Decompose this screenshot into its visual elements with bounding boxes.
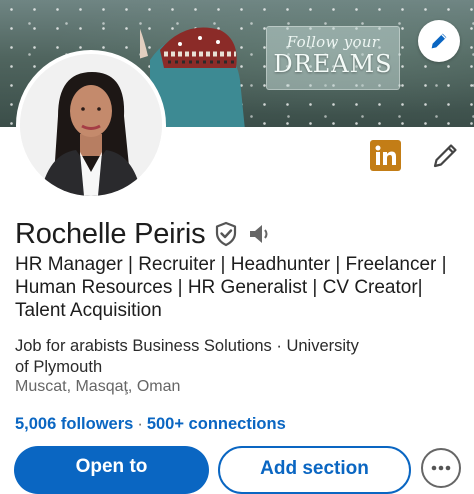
ellipsis-icon: [431, 465, 451, 471]
add-section-button[interactable]: Add section: [218, 446, 411, 494]
headline-line: Talent Acquisition: [15, 300, 162, 321]
verified-shield-icon[interactable]: [213, 221, 239, 247]
profile-location: Muscat, Masqaţ, Oman: [15, 378, 181, 395]
headline-line: Human Resources | HR Generalist | CV Cre…: [15, 277, 423, 298]
position-line: of Plymouth: [15, 358, 103, 376]
profile-position-education[interactable]: Job for arabists Business Solutions · Un…: [15, 336, 465, 378]
network-stats: 5,006 followers · 500+ connections: [15, 413, 286, 435]
name-row: Rochelle Peiris: [15, 216, 273, 252]
open-to-button[interactable]: Open to: [14, 446, 209, 494]
profile-headline: HR Manager | Recruiter | Headhunter | Fr…: [15, 253, 465, 322]
speaker-icon[interactable]: [247, 221, 273, 247]
avatar-photo: [20, 54, 162, 196]
followers-link[interactable]: 5,006 followers: [15, 415, 133, 433]
stats-separator: ·: [137, 415, 143, 433]
pencil-icon: [431, 33, 447, 49]
edit-profile-pencil-icon[interactable]: [430, 141, 460, 171]
profile-name: Rochelle Peiris: [15, 217, 206, 250]
more-button[interactable]: [421, 448, 461, 488]
banner-slogan: Follow your DREAMS: [266, 26, 400, 90]
edit-banner-button[interactable]: [418, 20, 460, 62]
banner-slogan-line1: Follow your: [286, 33, 380, 51]
banner-slogan-line2: DREAMS: [273, 50, 393, 78]
avatar[interactable]: [16, 50, 166, 200]
connections-link[interactable]: 500+ connections: [147, 415, 286, 433]
position-line: Job for arabists Business Solutions · Un…: [15, 337, 359, 355]
linkedin-icon[interactable]: [370, 140, 401, 171]
headline-line: HR Manager | Recruiter | Headhunter | Fr…: [15, 254, 447, 275]
